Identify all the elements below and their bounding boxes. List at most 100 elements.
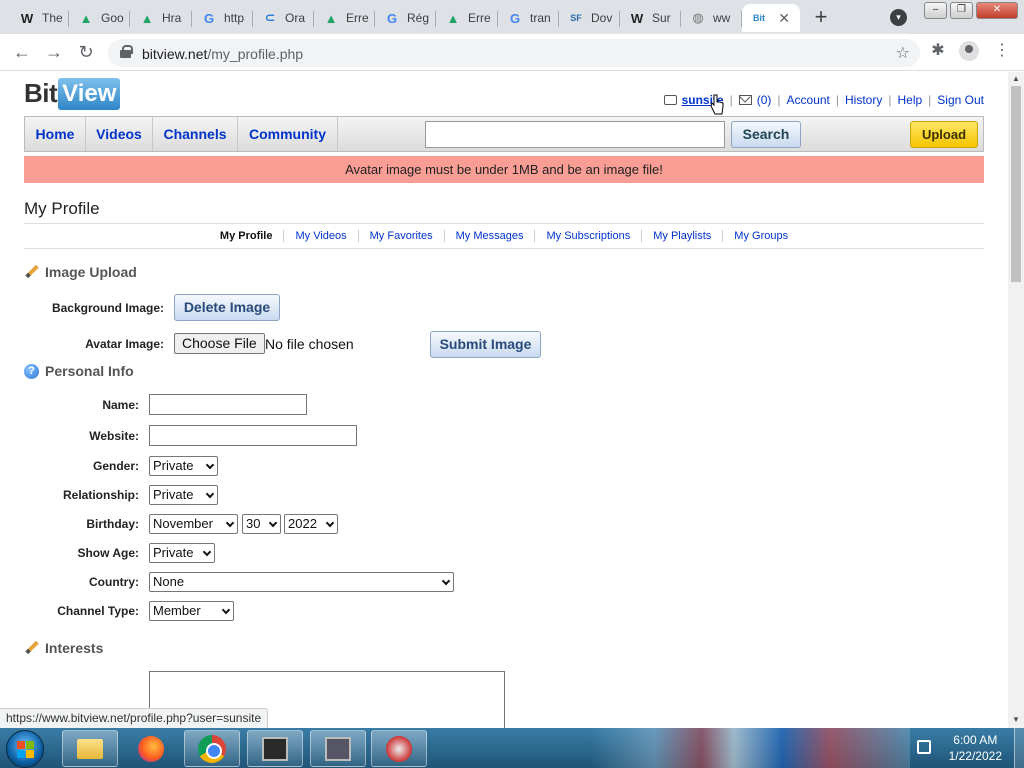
show-desktop-button[interactable] (1014, 728, 1024, 768)
country-select[interactable]: None (149, 572, 454, 592)
pencil-icon (24, 641, 39, 656)
extensions-puzzle-icon[interactable]: ✱ (928, 41, 948, 61)
new-tab-button[interactable]: + (808, 5, 834, 31)
browser-tab[interactable]: W The (10, 4, 69, 32)
maximize-button[interactable]: ❐ (950, 2, 973, 19)
vertical-scrollbar[interactable]: ▲ ▼ (1008, 72, 1024, 728)
browser-tab[interactable]: SF Dov (559, 4, 620, 32)
tab-search-icon[interactable]: ▾ (890, 9, 907, 26)
birthday-day-select[interactable]: 30 (242, 514, 281, 534)
personal-info-heading: ? Personal Info (24, 363, 134, 379)
info-icon: ? (24, 363, 39, 379)
upload-button[interactable]: Upload (910, 121, 978, 148)
logo-view-text: View (58, 77, 121, 110)
gender-label: Gender: (92, 459, 139, 473)
channel-type-label: Channel Type: (57, 604, 139, 618)
relationship-select[interactable]: Private (149, 485, 218, 505)
taskbar-app-2[interactable] (310, 730, 366, 767)
taskbar-clock[interactable]: 6:00 AM 1/22/2022 (949, 732, 1002, 764)
wikipedia-icon: W (630, 10, 644, 26)
subnav-my-groups[interactable]: My Groups (734, 230, 788, 242)
website-input[interactable] (149, 425, 357, 446)
chevron-down-icon (205, 460, 215, 470)
subnav-my-messages[interactable]: My Messages (456, 230, 524, 242)
subnav-my-profile[interactable]: My Profile (220, 230, 273, 242)
gender-select[interactable]: Private (149, 456, 218, 476)
name-label: Name: (102, 398, 139, 412)
minimize-button[interactable]: – (924, 2, 947, 19)
error-alert: Avatar image must be under 1MB and be an… (24, 156, 984, 183)
taskbar-app-3[interactable] (371, 730, 427, 767)
channel-type-select[interactable]: Member (149, 601, 234, 621)
section-heading-text: Interests (45, 640, 104, 656)
nav-videos[interactable]: Videos (86, 117, 153, 151)
tv-icon (663, 95, 677, 105)
subnav-my-videos[interactable]: My Videos (295, 230, 346, 242)
delete-image-button[interactable]: Delete Image (174, 294, 280, 321)
profile-subnav: My Profile My Videos My Favorites My Messag… (24, 230, 984, 243)
submit-image-button[interactable]: Submit Image (430, 331, 541, 358)
choose-file-button[interactable]: Choose File (174, 333, 265, 354)
scroll-thumb[interactable] (1011, 86, 1021, 282)
show-age-select[interactable]: Private (149, 543, 215, 563)
windows-flag-icon (17, 741, 34, 758)
section-heading-text: Image Upload (45, 264, 137, 280)
close-tab-icon[interactable]: ✕ (778, 10, 790, 27)
reload-icon[interactable]: ↻ (74, 41, 98, 65)
search-button[interactable]: Search (731, 121, 801, 148)
browser-tab[interactable]: ⊂ Ora (253, 4, 314, 32)
nav-community[interactable]: Community (238, 117, 338, 151)
taskbar-chrome[interactable] (184, 730, 240, 767)
mail-icon[interactable] (738, 95, 752, 105)
birthday-month-select[interactable]: November (149, 514, 238, 534)
scroll-up-icon[interactable]: ▲ (1012, 74, 1020, 83)
site-search-input[interactable] (425, 121, 725, 148)
help-link[interactable]: Help (897, 93, 922, 107)
name-input[interactable] (149, 394, 307, 415)
forward-icon[interactable]: → (42, 41, 66, 65)
browser-tab[interactable]: ▲ Hra (130, 4, 192, 32)
browser-tab[interactable]: ▲ Goo (69, 4, 130, 32)
browser-tab[interactable]: ▲ Erre (436, 4, 498, 32)
birthday-label: Birthday: (86, 517, 139, 531)
start-button[interactable] (6, 730, 44, 768)
browser-tab[interactable]: Bit ✕ (742, 4, 800, 32)
browser-menu-icon[interactable]: ⋮ (992, 41, 1012, 61)
taskbar-app-1[interactable] (247, 730, 303, 767)
media-app-icon (325, 736, 351, 761)
subnav-my-subscriptions[interactable]: My Subscriptions (546, 230, 630, 242)
scroll-down-icon[interactable]: ▼ (1012, 715, 1020, 724)
browser-tab[interactable]: Gtran (498, 4, 559, 32)
address-bar[interactable]: bitview.net/my_profile.php ☆ (108, 39, 920, 67)
nav-home[interactable]: Home (25, 117, 86, 151)
browser-tab[interactable]: Ghttp (192, 4, 253, 32)
history-link[interactable]: History (845, 93, 882, 107)
browser-tab[interactable]: ◍ ww (681, 4, 742, 32)
window-close-button[interactable]: ✕ (976, 2, 1018, 19)
browser-tab[interactable]: G Rég (375, 4, 436, 32)
url-text[interactable]: bitview.net/my_profile.php (142, 46, 303, 62)
taskbar-explorer[interactable] (62, 730, 118, 767)
browser-tab[interactable]: W Sur (620, 4, 681, 32)
google-icon: G (203, 10, 215, 26)
subnav-my-playlists[interactable]: My Playlists (653, 230, 711, 242)
tab-title: Sur (652, 11, 671, 25)
back-icon[interactable]: ← (10, 41, 34, 65)
profile-avatar-icon[interactable] (959, 41, 979, 61)
page-title: My Profile (24, 199, 100, 218)
avatar-image-label: Avatar Image: (85, 337, 164, 351)
country-label: Country: (89, 575, 139, 589)
subnav-my-favorites[interactable]: My Favorites (370, 230, 433, 242)
chevron-down-icon (221, 605, 231, 615)
messages-count-link[interactable]: (0) (757, 93, 772, 107)
account-link[interactable]: Account (787, 93, 830, 107)
tab-title: Erre (468, 11, 491, 25)
taskbar-firefox[interactable] (131, 730, 171, 767)
sign-out-link[interactable]: Sign Out (937, 93, 984, 107)
bitview-logo[interactable]: Bit View (24, 77, 121, 110)
bookmark-star-icon[interactable]: ☆ (896, 43, 910, 63)
birthday-year-select[interactable]: 2022 (284, 514, 338, 534)
action-center-icon[interactable] (917, 740, 931, 754)
nav-channels[interactable]: Channels (153, 117, 238, 151)
browser-tab[interactable]: ▲ Erre (314, 4, 375, 32)
